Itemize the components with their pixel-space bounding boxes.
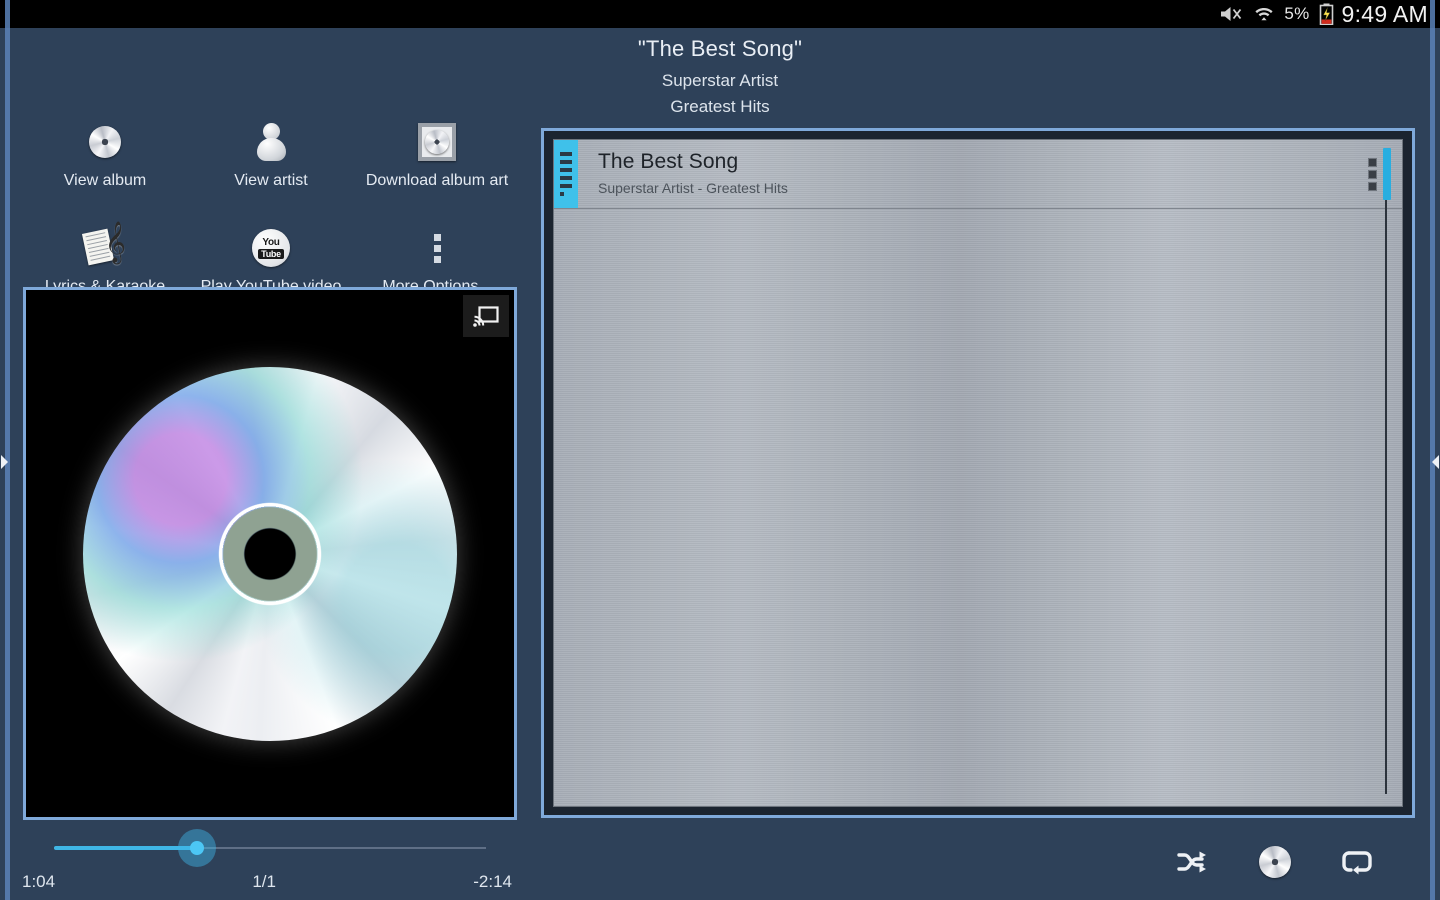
- repeat-icon: [1338, 848, 1376, 876]
- framed-album-art-icon: [354, 118, 520, 166]
- more-options-button[interactable]: More Options...: [354, 224, 520, 296]
- repeat-button[interactable]: [1316, 848, 1398, 876]
- battery-percent-text: 5%: [1284, 4, 1310, 23]
- scrollbar-thumb[interactable]: [1383, 148, 1391, 200]
- seek-fill: [54, 846, 192, 850]
- sheet-music-icon: 𝄞: [22, 224, 188, 272]
- overflow-menu-icon: [354, 224, 520, 272]
- drawer-open-left-icon: [1, 455, 8, 469]
- view-album-label: View album: [63, 172, 147, 189]
- cd-disc-icon: [22, 118, 188, 166]
- view-artist-label: View artist: [234, 172, 308, 189]
- chromecast-button[interactable]: [463, 295, 509, 337]
- elapsed-time: 1:04: [22, 872, 56, 891]
- remaining-time: -2:14: [473, 872, 512, 891]
- person-icon: [188, 118, 354, 166]
- download-album-art-label: Download album art: [365, 172, 509, 189]
- wifi-icon: [1253, 4, 1275, 24]
- left-drawer-handle[interactable]: [0, 0, 10, 900]
- song-title: "The Best Song": [637, 36, 803, 61]
- disc-button[interactable]: [1234, 846, 1316, 878]
- options-row-1: View album View artist Download album ar…: [22, 118, 522, 190]
- lyrics-karaoke-button[interactable]: 𝄞 Lyrics & Karaoke: [22, 224, 188, 296]
- right-drawer-bar: [1430, 0, 1435, 900]
- artist-name: Superstar Artist: [661, 71, 779, 90]
- playlist-row-subtitle: Superstar Artist - Greatest Hits: [598, 180, 788, 196]
- options-row-2: 𝄞 Lyrics & Karaoke YouTube Play YouTube …: [22, 224, 522, 296]
- track-position: 1/1: [252, 872, 276, 891]
- playlist-scrollbar[interactable]: [1383, 148, 1391, 794]
- transport-controls: [1152, 846, 1398, 878]
- cd-disc-artwork: [83, 366, 457, 741]
- table-row[interactable]: The Best Song Superstar Artist - Greates…: [554, 140, 1402, 209]
- cd-disc-icon: [1259, 846, 1291, 878]
- playlist-row-title: The Best Song: [598, 150, 739, 173]
- options-grid: View album View artist Download album ar…: [22, 118, 522, 296]
- status-bar-clock: 9:49 AM: [1341, 0, 1428, 27]
- status-bar: 5% 9:49 AM: [0, 0, 1440, 28]
- seek-bar[interactable]: [54, 829, 486, 867]
- battery-percent-label: 5%: [1284, 4, 1309, 24]
- album-art-image: [26, 290, 514, 817]
- playlist-row-text: The Best Song Superstar Artist - Greates…: [578, 140, 1342, 208]
- overflow-menu-icon: [1367, 155, 1377, 194]
- play-youtube-video-button[interactable]: YouTube Play YouTube video: [188, 224, 354, 296]
- shuffle-button[interactable]: [1152, 847, 1234, 877]
- scrollbar-track: [1385, 148, 1387, 794]
- download-album-art-button[interactable]: Download album art: [354, 118, 520, 190]
- youtube-icon: You Tube: [188, 224, 354, 272]
- time-labels: 1:04 1/1 -2:14: [22, 872, 512, 892]
- chromecast-icon: [473, 305, 499, 327]
- battery-charging-icon: [1319, 3, 1334, 25]
- shuffle-icon: [1176, 847, 1210, 877]
- drawer-open-right-icon: [1432, 455, 1439, 469]
- music-player-screen: 5% 9:49 AM "The Best Song" Superstar Art…: [0, 0, 1440, 900]
- drag-handle-icon[interactable]: [554, 140, 578, 208]
- now-playing-header: "The Best Song" Superstar Artist Greates…: [0, 28, 1440, 117]
- left-drawer-bar: [5, 0, 10, 900]
- album-art-panel[interactable]: [23, 287, 517, 820]
- playlist-row-menu-button[interactable]: [1342, 140, 1402, 208]
- view-album-button[interactable]: View album: [22, 118, 188, 190]
- right-drawer-handle[interactable]: [1430, 0, 1440, 900]
- album-name: Greatest Hits: [670, 97, 770, 116]
- playlist-list[interactable]: The Best Song Superstar Artist - Greates…: [554, 140, 1402, 806]
- speaker-muted-icon: [1218, 4, 1244, 24]
- view-artist-button[interactable]: View artist: [188, 118, 354, 190]
- seek-thumb[interactable]: [190, 841, 204, 855]
- playlist-panel: The Best Song Superstar Artist - Greates…: [541, 128, 1415, 818]
- playlist-frame: The Best Song Superstar Artist - Greates…: [553, 139, 1403, 807]
